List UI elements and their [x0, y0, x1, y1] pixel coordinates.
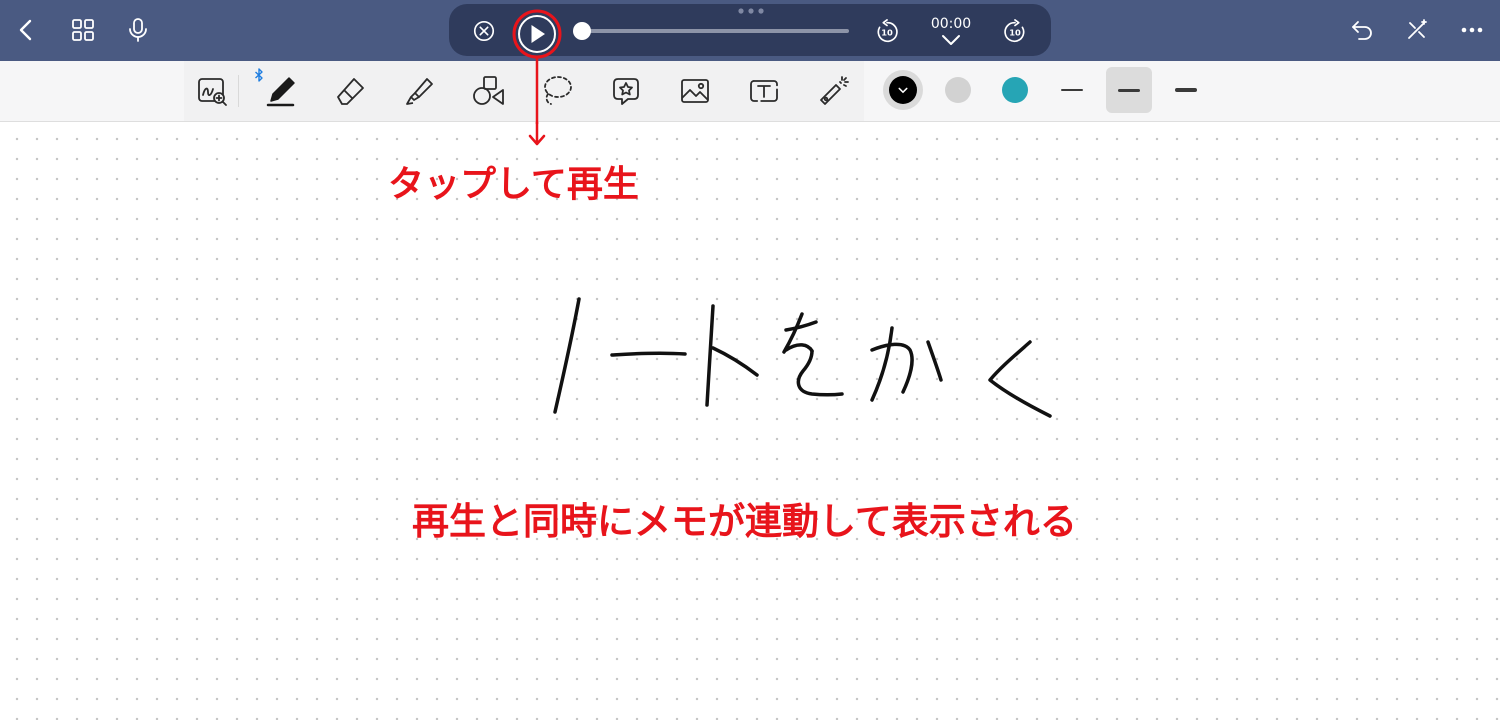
- annotation-tap-to-play: タップして再生: [388, 164, 639, 205]
- close-icon[interactable]: [471, 18, 497, 44]
- microphone-icon[interactable]: [118, 10, 158, 50]
- playback-scrubber[interactable]: [573, 22, 591, 40]
- grid-icon[interactable]: [63, 10, 103, 50]
- svg-text:10: 10: [881, 28, 893, 38]
- shapes-icon[interactable]: [468, 71, 508, 111]
- drag-handle-icon[interactable]: [737, 7, 765, 15]
- play-icon: [531, 25, 545, 43]
- stroke-width-thick[interactable]: [1163, 67, 1209, 113]
- annotation-arrow: [528, 122, 546, 146]
- stroke-width-thin[interactable]: [1049, 67, 1095, 113]
- annotation-arrow-stem: [535, 58, 539, 124]
- zoom-window-icon[interactable]: [192, 71, 232, 111]
- textbox-icon[interactable]: [744, 71, 784, 111]
- chevron-down-icon[interactable]: [941, 34, 961, 46]
- color-swatch-black[interactable]: [883, 70, 923, 110]
- color-swatch-gray[interactable]: [945, 77, 971, 103]
- edit-mode-icon[interactable]: [1397, 10, 1437, 50]
- annotation-sync-display: 再生と同時にメモが連動して表示される: [412, 500, 1077, 543]
- pen-icon[interactable]: [261, 71, 301, 111]
- svg-text:10: 10: [1009, 28, 1021, 38]
- image-icon[interactable]: [675, 71, 715, 111]
- tool-bar: [0, 61, 1500, 122]
- forward-10-icon[interactable]: 10: [1001, 18, 1029, 46]
- bluetooth-icon: [255, 68, 263, 82]
- more-icon[interactable]: [1452, 10, 1492, 50]
- playback-time: 00:00: [930, 16, 972, 32]
- note-canvas[interactable]: タップして再生 再生と同時にメモが連動して表示される: [0, 122, 1500, 720]
- highlighter-icon[interactable]: [399, 71, 439, 111]
- undo-icon[interactable]: [1342, 10, 1382, 50]
- stroke-width-medium[interactable]: [1106, 67, 1152, 113]
- sticker-icon[interactable]: [606, 71, 646, 111]
- laser-pointer-icon[interactable]: [813, 71, 853, 111]
- audio-player: 10 00:00 10: [449, 4, 1051, 59]
- back-chevron-icon[interactable]: [7, 10, 47, 50]
- eraser-icon[interactable]: [330, 71, 370, 111]
- toolbar-divider: [238, 75, 239, 107]
- play-button[interactable]: [511, 8, 563, 60]
- top-bar: 10 00:00 10: [0, 0, 1500, 61]
- color-swatch-teal[interactable]: [1002, 77, 1028, 103]
- rewind-10-icon[interactable]: 10: [873, 18, 901, 46]
- playback-progress-bar[interactable]: [573, 22, 849, 40]
- handwritten-text: [553, 297, 1052, 418]
- chevron-down-icon: [898, 87, 908, 93]
